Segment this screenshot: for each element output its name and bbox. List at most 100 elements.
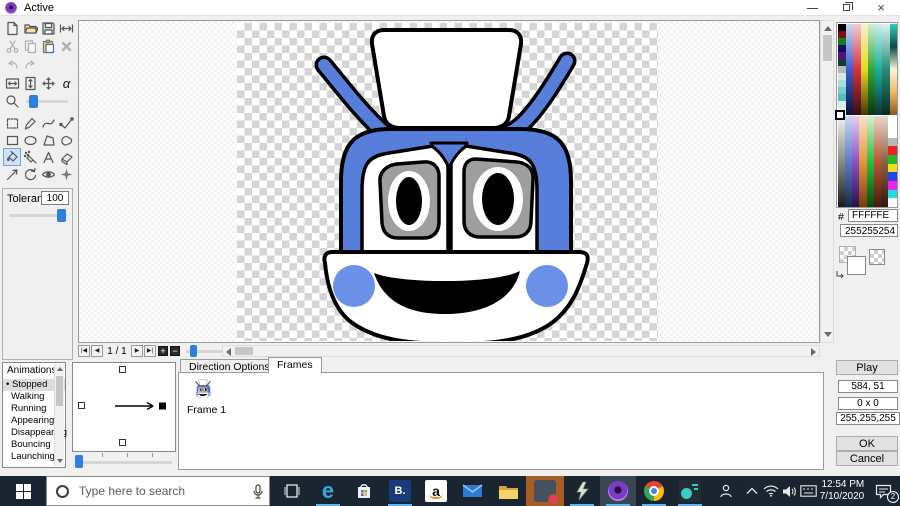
polygon-tool[interactable]: [40, 132, 57, 149]
selected-color-swatch[interactable]: [835, 110, 845, 120]
transparent-color-swatch[interactable]: [869, 249, 885, 265]
bottom-handle[interactable]: [119, 439, 126, 446]
next-frame-button[interactable]: ▶: [131, 345, 143, 357]
horizontal-scroll-thumb[interactable]: [235, 347, 253, 355]
eraser-tool[interactable]: [58, 149, 75, 166]
palette-swatch[interactable]: [838, 45, 846, 52]
cancel-button[interactable]: Cancel: [836, 451, 898, 466]
sprite-image-region[interactable]: [237, 23, 658, 341]
wifi-tray-button[interactable]: [762, 476, 780, 506]
palette-swatch[interactable]: [838, 66, 846, 73]
polyline-tool[interactable]: [58, 115, 75, 132]
taskbar-store[interactable]: [346, 476, 382, 506]
palette-swatch[interactable]: [838, 24, 846, 31]
frame-zoom-thumb[interactable]: [190, 345, 197, 357]
left-handle[interactable]: [78, 402, 85, 409]
taskbar-chrome[interactable]: [636, 476, 672, 506]
palette-swatch[interactable]: [838, 101, 846, 108]
palette-swatch[interactable]: [887, 129, 897, 138]
scroll-up-icon[interactable]: [824, 26, 832, 31]
task-view-button[interactable]: [274, 476, 310, 506]
resize-height-button[interactable]: [22, 75, 39, 92]
palette-swatch[interactable]: [838, 38, 846, 45]
palette-gradient-column[interactable]: [889, 24, 897, 115]
palette-gradient-column[interactable]: [866, 116, 874, 207]
palette-swatch[interactable]: [887, 146, 897, 156]
people-tray-button[interactable]: [714, 476, 738, 506]
palette-swatch[interactable]: [838, 80, 846, 87]
save-button[interactable]: [40, 20, 57, 37]
palette-swatch[interactable]: [838, 52, 846, 59]
palette-gradient-column[interactable]: [882, 24, 890, 115]
first-frame-button[interactable]: |◀: [78, 345, 90, 357]
volume-tray-button[interactable]: [780, 476, 798, 506]
line-tool[interactable]: [4, 166, 21, 183]
canvas-horizontal-scrollbar[interactable]: [222, 345, 820, 357]
color-palette[interactable]: [836, 22, 898, 208]
preview-eye-tool[interactable]: [40, 166, 57, 183]
palette-swatch[interactable]: [887, 163, 897, 173]
close-button[interactable]: ×: [866, 0, 896, 16]
rotate-tool[interactable]: [22, 166, 39, 183]
zoom-slider-thumb[interactable]: [29, 95, 38, 108]
remove-frame-button[interactable]: −: [170, 346, 180, 356]
animations-listbox[interactable]: Animations • Stopped Walking Running Appear…: [2, 362, 67, 468]
list-scroll-up-icon[interactable]: [57, 367, 63, 371]
list-scroll-thumb[interactable]: [56, 376, 63, 406]
palette-gradient-column[interactable]: [845, 116, 853, 207]
fill-bucket-tool[interactable]: [4, 149, 21, 166]
palette-swatch[interactable]: [838, 94, 846, 101]
delete-button[interactable]: [58, 38, 75, 55]
magic-wand-tool[interactable]: [58, 166, 75, 183]
palette-swatch[interactable]: [838, 59, 846, 66]
palette-gradient-column[interactable]: [860, 24, 868, 115]
new-button[interactable]: [4, 20, 21, 37]
motion-speed-thumb[interactable]: [75, 455, 83, 468]
motion-speed-slider[interactable]: [76, 461, 172, 464]
last-frame-button[interactable]: ▶|: [144, 345, 156, 357]
palette-gradient-column[interactable]: [853, 24, 861, 115]
zoom-tool-button[interactable]: [4, 93, 21, 110]
taskbar-file-explorer[interactable]: [490, 476, 526, 506]
ellipse-tool[interactable]: [22, 132, 39, 149]
taskbar-active-app[interactable]: [526, 476, 564, 506]
palette-accent-column[interactable]: [838, 24, 846, 115]
resize-width-button[interactable]: [4, 75, 21, 92]
taskbar-amazon[interactable]: a: [418, 476, 454, 506]
stretch-button[interactable]: [58, 20, 75, 37]
airbrush-tool[interactable]: [22, 149, 39, 166]
action-center-button[interactable]: 2: [866, 476, 900, 506]
palette-gradient-column[interactable]: [859, 116, 867, 207]
palette-swatch[interactable]: [887, 172, 897, 182]
palette-gradient-column[interactable]: [846, 24, 854, 115]
animations-scrollbar[interactable]: [54, 364, 64, 466]
search-input[interactable]: [79, 477, 247, 505]
tab-frames[interactable]: Frames: [268, 357, 322, 374]
palette-swatch[interactable]: [838, 31, 846, 38]
add-frame-button[interactable]: +: [158, 346, 168, 356]
play-button[interactable]: Play: [836, 360, 898, 375]
palette-gradient-column[interactable]: [873, 116, 881, 207]
pen-tool[interactable]: [22, 115, 39, 132]
palette-right-accent-column[interactable]: [887, 116, 897, 208]
select-tool[interactable]: [4, 115, 21, 132]
scroll-down-icon[interactable]: [824, 332, 832, 337]
rectangle-tool[interactable]: [4, 132, 21, 149]
canvas-vertical-scrollbar[interactable]: [820, 20, 834, 343]
frame-label[interactable]: Frame 1: [187, 404, 226, 416]
taskbar-mail[interactable]: [454, 476, 490, 506]
alpha-button[interactable]: α: [58, 75, 75, 92]
palette-swatch[interactable]: [887, 116, 897, 129]
prev-frame-button[interactable]: ◀: [91, 345, 103, 357]
palette-swatch[interactable]: [887, 155, 897, 164]
palette-swatch[interactable]: [887, 181, 897, 190]
palette-swatch[interactable]: [838, 73, 846, 80]
ok-button[interactable]: OK: [836, 436, 898, 451]
paste-button[interactable]: [40, 38, 57, 55]
scroll-left-icon[interactable]: [226, 348, 231, 356]
palette-gradient-column[interactable]: [875, 24, 883, 115]
microphone-icon[interactable]: [252, 484, 264, 500]
frame-thumbnail[interactable]: [191, 378, 215, 399]
minimize-button[interactable]: [798, 0, 828, 16]
palette-swatch[interactable]: [887, 198, 897, 208]
